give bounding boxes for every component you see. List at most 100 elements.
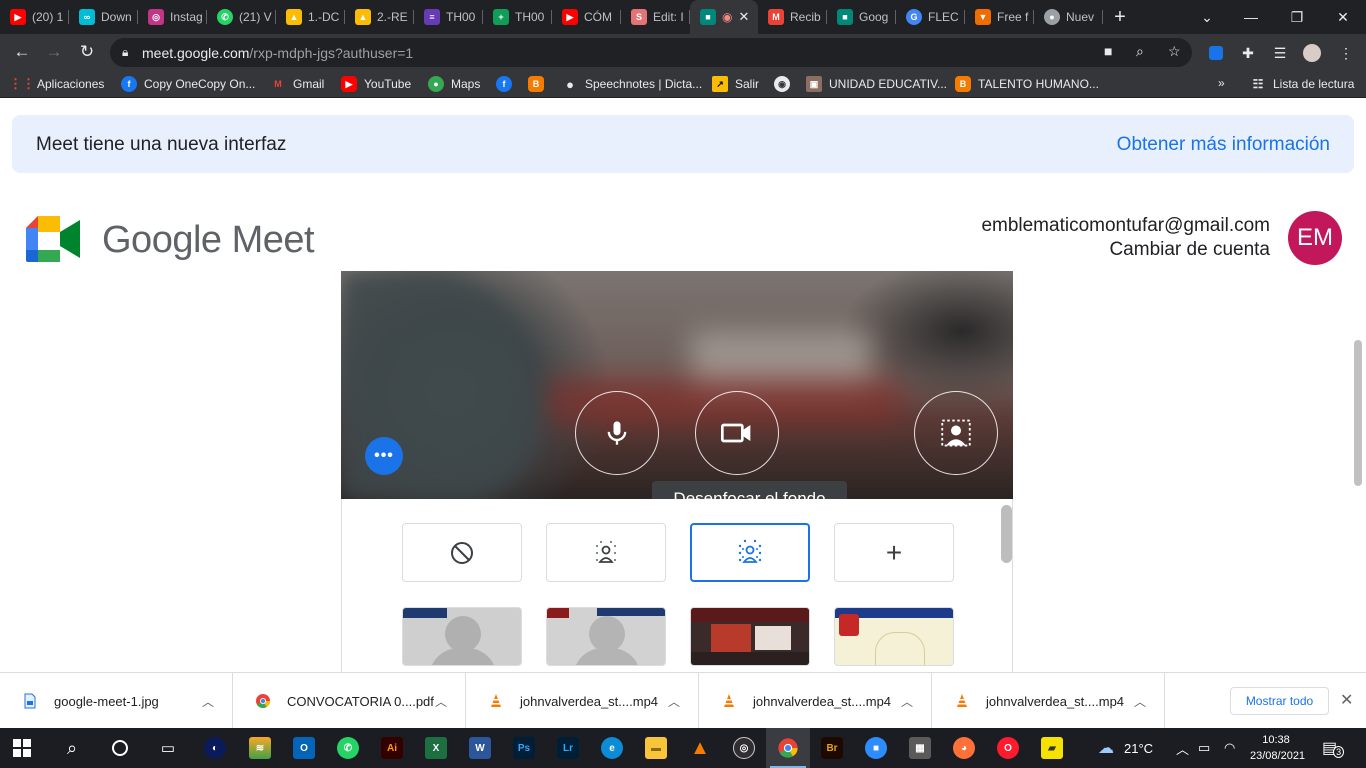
bookmark-apps[interactable]: ⋮⋮ Aplicaciones — [9, 76, 104, 92]
edge-icon[interactable]: e — [590, 728, 634, 768]
background-thumbnail[interactable] — [546, 607, 666, 666]
browser-tab[interactable]: ▲ 2.-RE — [345, 0, 414, 34]
reload-icon[interactable]: ↻ — [73, 38, 101, 66]
blur-background-option[interactable] — [690, 523, 810, 582]
browser-tab[interactable]: ▶ CÓM — [552, 0, 621, 34]
bookmark-star-icon[interactable]: ☆ — [1168, 43, 1181, 60]
panel-scrollbar[interactable] — [1001, 505, 1012, 563]
chevron-up-icon[interactable]: ︿ — [901, 693, 913, 710]
camera-toggle-button[interactable] — [695, 391, 779, 475]
bookmark-item[interactable]: B — [528, 76, 551, 92]
photoshop-icon[interactable]: Ps — [502, 728, 546, 768]
browser-tab[interactable]: S Edit: I — [621, 0, 690, 34]
menu-icon[interactable]: ⋮ — [1336, 43, 1356, 63]
extension-icon[interactable] — [1206, 43, 1226, 63]
download-item[interactable]: google-meet-1.jpg ︿ — [0, 673, 233, 729]
bookmark-item[interactable]: f — [496, 76, 519, 92]
browser-tab[interactable]: ✆ (21) V — [207, 0, 276, 34]
excel-icon[interactable]: X — [414, 728, 458, 768]
bookmark-item[interactable]: ● Maps — [428, 76, 480, 92]
close-tab-icon[interactable]: ✕ — [738, 9, 749, 25]
battery-icon[interactable]: ▭ — [1198, 728, 1210, 768]
more-options-button[interactable]: ••• — [365, 437, 403, 475]
task-view-icon[interactable]: ▭ — [146, 728, 190, 768]
chevron-up-icon[interactable]: ︿ — [668, 693, 680, 710]
bookmark-item[interactable]: M Gmail — [270, 76, 324, 92]
browser-tab[interactable]: ∞ Down — [69, 0, 138, 34]
notification-center[interactable]: ▤ 3 — [1322, 728, 1345, 768]
wifi-icon[interactable]: ◠ — [1224, 728, 1235, 768]
weather-widget[interactable]: ☁ 21°C — [1098, 728, 1153, 768]
bookmark-item[interactable]: ◉ — [774, 76, 797, 92]
bridge-icon[interactable]: Br — [810, 728, 854, 768]
bookmark-item[interactable]: B TALENTO HUMANO... — [955, 76, 1099, 92]
page-scrollbar[interactable] — [1354, 340, 1362, 486]
download-item[interactable]: johnvalverdea_st....mp4 ︿ — [699, 673, 932, 729]
search-icon[interactable]: ⌕ — [50, 728, 94, 768]
bookmark-item[interactable]: ▶ YouTube — [341, 76, 411, 92]
back-icon[interactable]: ← — [8, 38, 36, 66]
firefox-icon[interactable]: ◕ — [942, 728, 986, 768]
learn-more-link[interactable]: Obtener más información — [1117, 134, 1330, 156]
illustrator-icon[interactable]: Ai — [370, 728, 414, 768]
obs-icon[interactable]: ◎ — [722, 728, 766, 768]
more-bookmarks-icon[interactable]: » — [1218, 76, 1225, 90]
download-item[interactable]: johnvalverdea_st....mp4 ︿ — [932, 673, 1165, 729]
background-thumbnail[interactable] — [690, 607, 810, 666]
word-icon[interactable]: W — [458, 728, 502, 768]
background-thumbnail[interactable] — [402, 607, 522, 666]
whatsapp-icon[interactable]: ✆ — [326, 728, 370, 768]
download-item[interactable]: johnvalverdea_st....mp4 ︿ — [466, 673, 699, 729]
close-window-button[interactable]: ✕ — [1320, 0, 1366, 34]
show-all-downloads-button[interactable]: Mostrar todo — [1230, 687, 1329, 715]
browser-tab[interactable]: ● Nuev — [1034, 0, 1103, 34]
browser-tab[interactable]: ■ Goog — [827, 0, 896, 34]
bookmark-item[interactable]: ▣ UNIDAD EDUCATIV... — [806, 76, 947, 92]
chevron-up-icon[interactable]: ︿ — [1134, 693, 1146, 710]
browser-tab[interactable]: ◎ Instag — [138, 0, 207, 34]
file-explorer-icon[interactable]: ▬ — [634, 728, 678, 768]
profile-avatar-icon[interactable] — [1302, 43, 1322, 63]
app-icon[interactable]: ◐ — [193, 728, 237, 768]
opera-icon[interactable]: O — [986, 728, 1030, 768]
browser-tab[interactable]: ▶ (20) 1 — [0, 0, 69, 34]
restore-button[interactable]: ❐ — [1274, 0, 1320, 34]
add-background-option[interactable]: + — [834, 523, 954, 582]
browser-tab-active[interactable]: ■ ◉ ✕ — [690, 0, 758, 34]
bluestacks-icon[interactable]: ≋ — [238, 728, 282, 768]
chrome-icon[interactable] — [766, 728, 810, 768]
zoom-icon[interactable]: ⌕ — [1136, 43, 1144, 60]
slight-blur-option[interactable] — [546, 523, 666, 582]
browser-tab[interactable]: ▼ Free f — [965, 0, 1034, 34]
zoom-icon[interactable]: ■ — [854, 728, 898, 768]
start-button[interactable] — [0, 728, 44, 768]
new-tab-button[interactable]: + — [1103, 0, 1137, 34]
media-control-icon[interactable]: ☰ — [1270, 43, 1290, 63]
google-meet-logo[interactable]: Google Meet — [26, 216, 315, 264]
microphone-toggle-button[interactable] — [575, 391, 659, 475]
outlook-icon[interactable]: O — [282, 728, 326, 768]
browser-tab[interactable]: G FLEC — [896, 0, 965, 34]
cortana-icon[interactable] — [98, 728, 142, 768]
show-hidden-icons[interactable]: ︿ — [1176, 728, 1189, 768]
browser-tab[interactable]: ≡ TH00 — [414, 0, 483, 34]
no-effect-option[interactable] — [402, 523, 522, 582]
vlc-icon[interactable]: ▲ — [678, 728, 722, 768]
close-downloads-icon[interactable]: ✕ — [1340, 690, 1353, 710]
bookmark-item[interactable]: ● Speechnotes | Dicta... — [562, 76, 702, 92]
url-text[interactable]: meet.google.com/rxp-mdph-jgs?authuser=1 — [142, 45, 413, 61]
browser-tab[interactable]: + TH00 — [483, 0, 552, 34]
lightroom-icon[interactable]: Lr — [546, 728, 590, 768]
browser-tab[interactable]: M Recib — [758, 0, 827, 34]
tab-search-icon[interactable]: ⌄ — [1184, 0, 1230, 34]
visual-effects-button[interactable] — [914, 391, 998, 475]
puzzle-extensions-icon[interactable]: ✚ — [1238, 43, 1258, 63]
switch-account-link[interactable]: Cambiar de cuenta — [981, 238, 1270, 262]
browser-tab[interactable]: ▲ 1.-DC — [276, 0, 345, 34]
forward-icon[interactable]: → — [40, 38, 68, 66]
avatar[interactable]: EM — [1288, 211, 1342, 265]
camera-indicator-icon[interactable]: ■ — [1104, 43, 1112, 59]
chevron-up-icon[interactable]: ︿ — [435, 693, 447, 710]
sticky-notes-icon[interactable]: ▰ — [1030, 728, 1074, 768]
download-item[interactable]: CONVOCATORIA 0....pdf ︿ — [233, 673, 466, 729]
